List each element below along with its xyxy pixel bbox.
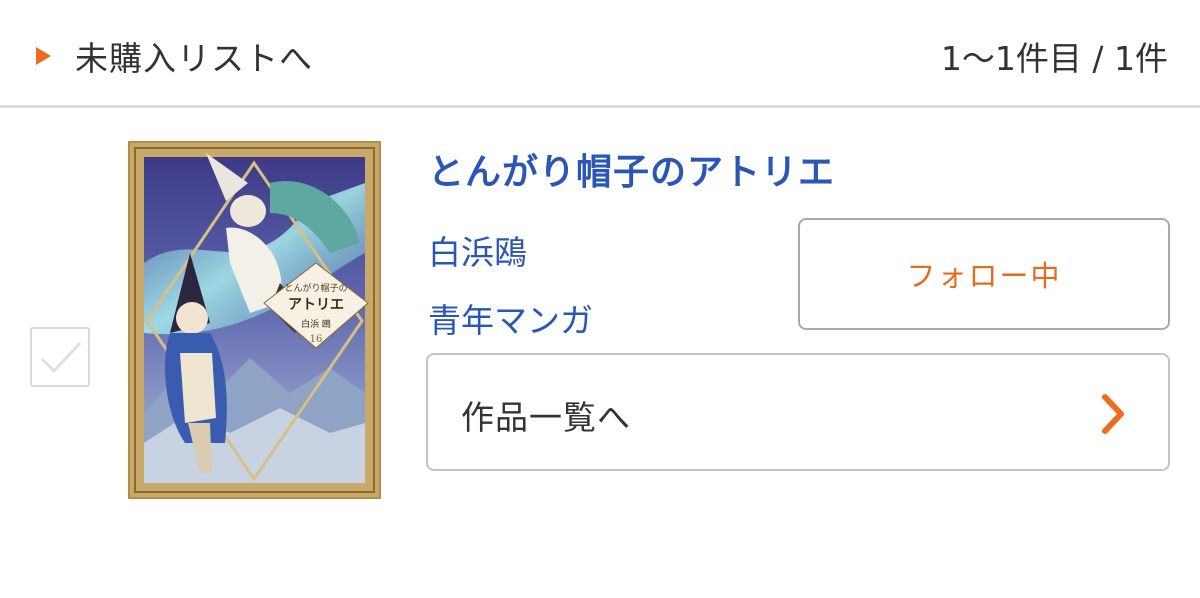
work-title-link[interactable]: とんがり帽子のアトリエ	[428, 143, 835, 195]
work-list-label: 作品一覧へ	[461, 398, 631, 437]
top-bar: 未購入リストへ 1〜1件目 / 1件	[0, 0, 1200, 108]
cover-image[interactable]: とんがり帽子の アトリエ 白浜 鴎 16	[128, 141, 381, 499]
cover-author: 白浜 鴎	[301, 318, 331, 330]
play-triangle-icon	[36, 47, 51, 65]
follow-button[interactable]: フォロー中	[798, 218, 1170, 330]
unpurchased-list-label: 未購入リストへ	[75, 39, 313, 78]
checkmark-icon	[40, 341, 82, 374]
chevron-right-icon	[1102, 394, 1124, 434]
cover-volume: 16	[310, 334, 323, 345]
svg-text:アトリエ: アトリエ	[288, 297, 344, 313]
genre-link[interactable]: 青年マンガ	[428, 294, 593, 342]
result-count: 1〜1件目 / 1件	[940, 39, 1168, 78]
select-checkbox[interactable]	[30, 327, 90, 387]
author-link[interactable]: 白浜鴎	[428, 226, 527, 274]
work-list-button[interactable]: 作品一覧へ	[426, 353, 1170, 471]
cover-series-title: とんがり帽子の	[284, 282, 347, 294]
list-item: とんがり帽子の アトリエ 白浜 鴎 16 とんがり帽子のアトリエ 白浜鴎 青年マ…	[0, 111, 1200, 598]
unpurchased-list-link[interactable]: 未購入リストへ	[36, 30, 313, 82]
follow-label: フォロー中	[906, 259, 1062, 293]
